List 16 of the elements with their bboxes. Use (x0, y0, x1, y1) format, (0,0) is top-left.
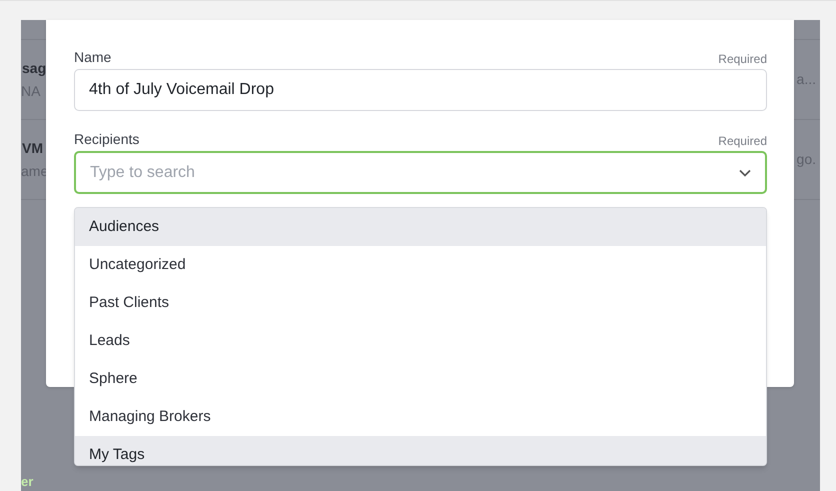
name-input[interactable]: 4th of July Voicemail Drop (74, 69, 767, 111)
chevron-down-icon (739, 169, 751, 177)
recipients-select[interactable]: Type to search (74, 151, 767, 194)
group-header: Audiences (75, 208, 766, 246)
dropdown-option[interactable]: Past Clients (75, 284, 766, 322)
dropdown-option[interactable]: Managing Brokers (75, 398, 766, 436)
row-title: sag (21, 58, 46, 78)
row-title: VM (21, 138, 44, 158)
dropdown-option[interactable]: Uncategorized (75, 246, 766, 284)
required-hint: Required (718, 133, 767, 150)
field-label: Name (74, 48, 112, 67)
dropdown-option[interactable]: Sphere (75, 360, 766, 398)
dropdown-option[interactable]: Leads (75, 322, 766, 360)
group-header: My Tags (75, 436, 766, 465)
required-hint: Required (718, 51, 767, 68)
field-label: Recipients (74, 130, 140, 149)
